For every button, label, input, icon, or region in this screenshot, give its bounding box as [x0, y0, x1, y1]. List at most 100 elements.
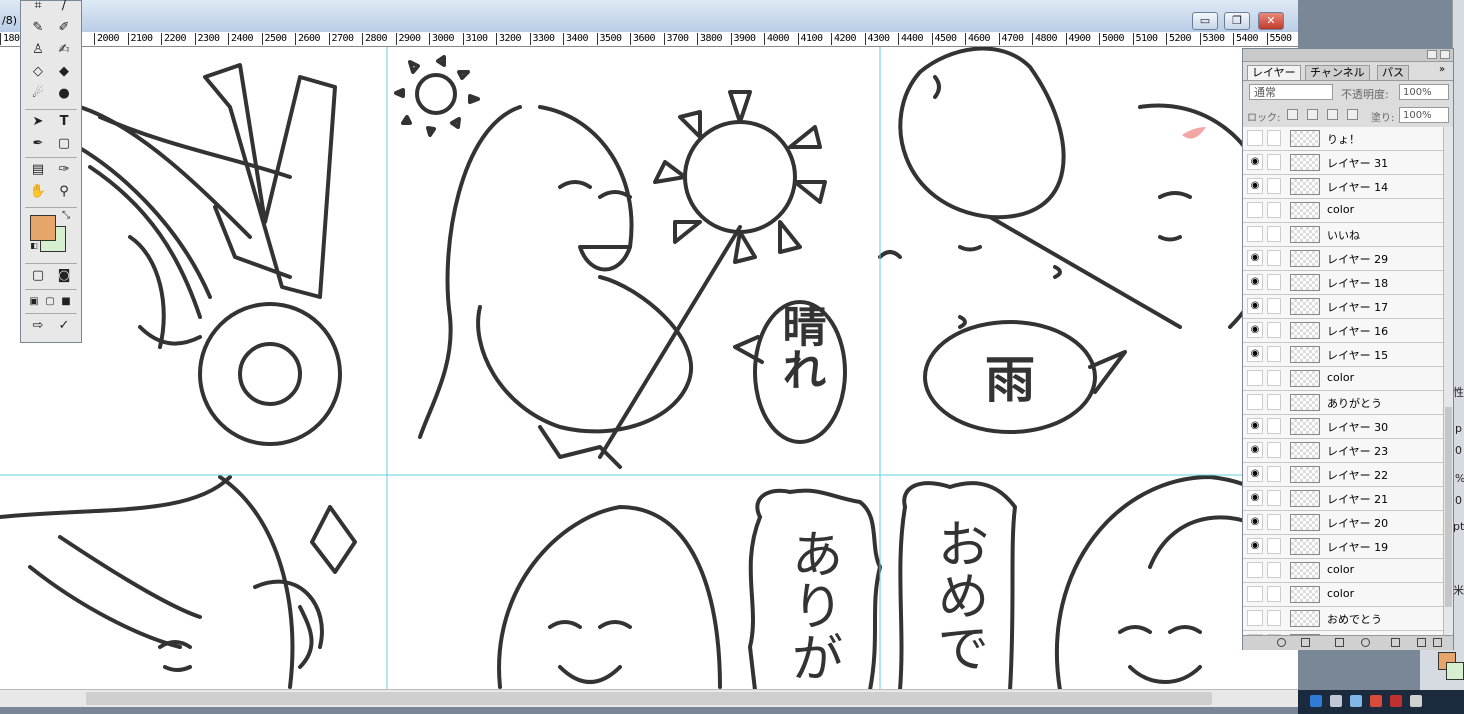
eye-icon[interactable]: ◉: [1247, 322, 1263, 338]
stamp-tool-icon[interactable]: ♙: [27, 41, 49, 59]
eye-icon[interactable]: ◉: [1247, 250, 1263, 266]
layer-row[interactable]: ◉ レイヤー 14: [1243, 175, 1443, 199]
tab-channels[interactable]: チャンネル: [1305, 65, 1370, 80]
history-brush-icon[interactable]: ✍: [53, 41, 75, 59]
healing-brush-icon[interactable]: ✎: [27, 19, 49, 37]
layer-row[interactable]: ◉ レイヤー 29: [1243, 247, 1443, 271]
layer-row[interactable]: ◉ レイヤー 16: [1243, 319, 1443, 343]
layer-row[interactable]: ◉ レイヤー 19: [1243, 535, 1443, 559]
layer-link-icon[interactable]: [1267, 154, 1281, 170]
layer-row[interactable]: ありがとう: [1243, 391, 1443, 415]
taskbar-icon-4[interactable]: [1370, 695, 1382, 707]
paint-bucket-icon[interactable]: ◆: [53, 63, 75, 81]
layer-link-icon[interactable]: [1267, 394, 1281, 410]
eye-hidden-icon[interactable]: [1247, 610, 1263, 626]
taskbar-icon-5[interactable]: [1390, 695, 1402, 707]
pen-tool-icon[interactable]: ✒: [27, 135, 49, 153]
text-tool-icon[interactable]: T: [53, 113, 75, 131]
layer-row[interactable]: ◉ レイヤー 15: [1243, 343, 1443, 367]
tab-layers[interactable]: レイヤー: [1247, 65, 1301, 80]
blend-mode-select[interactable]: 通常: [1249, 84, 1333, 100]
eye-icon[interactable]: ◉: [1247, 154, 1263, 170]
eye-icon[interactable]: ◉: [1247, 298, 1263, 314]
layers-scroll-thumb[interactable]: [1445, 407, 1452, 607]
check-icon[interactable]: ✓: [53, 317, 75, 335]
layer-row[interactable]: ◉ レイヤー 22: [1243, 463, 1443, 487]
taskbar-icon-1[interactable]: [1310, 695, 1322, 707]
eye-icon[interactable]: ◉: [1247, 442, 1263, 458]
layer-row[interactable]: ◉ レイヤー 21: [1243, 487, 1443, 511]
burn-tool-icon[interactable]: ●: [53, 85, 75, 103]
shape-tool-icon[interactable]: ▢: [53, 135, 75, 153]
eye-hidden-icon[interactable]: [1247, 226, 1263, 242]
mini-bg-swatch[interactable]: [1446, 662, 1464, 680]
smudge-tool-icon[interactable]: ☄: [27, 85, 49, 103]
layer-link-icon[interactable]: [1267, 418, 1281, 434]
layer-link-icon[interactable]: [1267, 250, 1281, 266]
minimize-button[interactable]: ▭: [1192, 12, 1218, 30]
eye-icon[interactable]: ◉: [1247, 466, 1263, 482]
new-group-icon[interactable]: [1391, 638, 1400, 647]
layer-row[interactable]: りょ！: [1243, 127, 1443, 151]
layer-row[interactable]: ◉ レイヤー 30: [1243, 415, 1443, 439]
layer-row[interactable]: color: [1243, 559, 1443, 583]
lock-transparency-icon[interactable]: [1287, 109, 1298, 120]
taskbar-icon-2[interactable]: [1330, 695, 1342, 707]
layer-mask-icon[interactable]: [1335, 638, 1344, 647]
foreground-color-swatch[interactable]: [30, 215, 56, 241]
eye-hidden-icon[interactable]: [1247, 202, 1263, 218]
panel-menu-icon[interactable]: »: [1439, 64, 1445, 75]
zoom-tool-icon[interactable]: ⚲: [53, 183, 75, 201]
panel-minimize-icon[interactable]: [1427, 50, 1437, 59]
layer-link-icon[interactable]: [1267, 586, 1281, 602]
layer-row[interactable]: おめでとう: [1243, 607, 1443, 631]
panel-close-icon[interactable]: [1440, 50, 1450, 59]
document-canvas[interactable]: 晴れ 雨 ありが おめで: [0, 47, 1298, 690]
layer-row[interactable]: color: [1243, 367, 1443, 391]
lock-position-icon[interactable]: [1327, 109, 1338, 120]
hand-tool-icon[interactable]: ✋: [27, 183, 49, 201]
layer-link-icon[interactable]: [1267, 322, 1281, 338]
eyedropper-icon[interactable]: ✑: [53, 161, 75, 179]
path-select-icon[interactable]: ➤: [27, 113, 49, 131]
layer-link-icon[interactable]: [1267, 226, 1281, 242]
eye-icon[interactable]: ◉: [1247, 514, 1263, 530]
eye-hidden-icon[interactable]: [1247, 394, 1263, 410]
layer-link-icon[interactable]: [1267, 178, 1281, 194]
layer-row[interactable]: ◉ レイヤー 17: [1243, 295, 1443, 319]
layer-link-icon[interactable]: [1267, 610, 1281, 626]
layer-style-icon[interactable]: [1301, 638, 1310, 647]
delete-layer-icon[interactable]: [1433, 638, 1442, 647]
new-layer-icon[interactable]: [1417, 638, 1426, 647]
layer-link-icon[interactable]: [1267, 274, 1281, 290]
eye-hidden-icon[interactable]: [1247, 370, 1263, 386]
screen-mode-full-icon[interactable]: ■: [55, 293, 77, 311]
layer-link-icon[interactable]: [1267, 442, 1281, 458]
layer-row[interactable]: ◉ レイヤー 20: [1243, 511, 1443, 535]
eraser-tool-icon[interactable]: ◇: [27, 63, 49, 81]
layer-link-icon[interactable]: [1267, 562, 1281, 578]
eye-icon[interactable]: ◉: [1247, 538, 1263, 554]
layer-row[interactable]: color: [1243, 583, 1443, 607]
eye-icon[interactable]: ◉: [1247, 178, 1263, 194]
eye-hidden-icon[interactable]: [1247, 586, 1263, 602]
eye-icon[interactable]: ◉: [1247, 490, 1263, 506]
taskbar-icon-3[interactable]: [1350, 695, 1362, 707]
layer-link-icon[interactable]: [1267, 346, 1281, 362]
standard-mode-icon[interactable]: ▢: [27, 267, 49, 285]
eye-icon[interactable]: ◉: [1247, 418, 1263, 434]
opacity-input[interactable]: 100%: [1399, 84, 1449, 100]
horizontal-scroll-thumb[interactable]: [86, 692, 1212, 705]
layer-link-icon[interactable]: [1267, 538, 1281, 554]
layer-row[interactable]: ◉ レイヤー 23: [1243, 439, 1443, 463]
layer-link-icon[interactable]: [1267, 466, 1281, 482]
crop-tool-icon[interactable]: ⌗: [27, 0, 49, 15]
eye-icon[interactable]: ◉: [1247, 346, 1263, 362]
fill-input[interactable]: 100%: [1399, 107, 1449, 123]
quick-mask-icon[interactable]: ◙: [53, 267, 75, 285]
layer-link-icon[interactable]: [1267, 202, 1281, 218]
link-layers-icon[interactable]: [1277, 638, 1286, 647]
notes-tool-icon[interactable]: ▤: [27, 161, 49, 179]
layer-row[interactable]: ◉ レイヤー 18: [1243, 271, 1443, 295]
slice-tool-icon[interactable]: ∕: [53, 0, 75, 15]
